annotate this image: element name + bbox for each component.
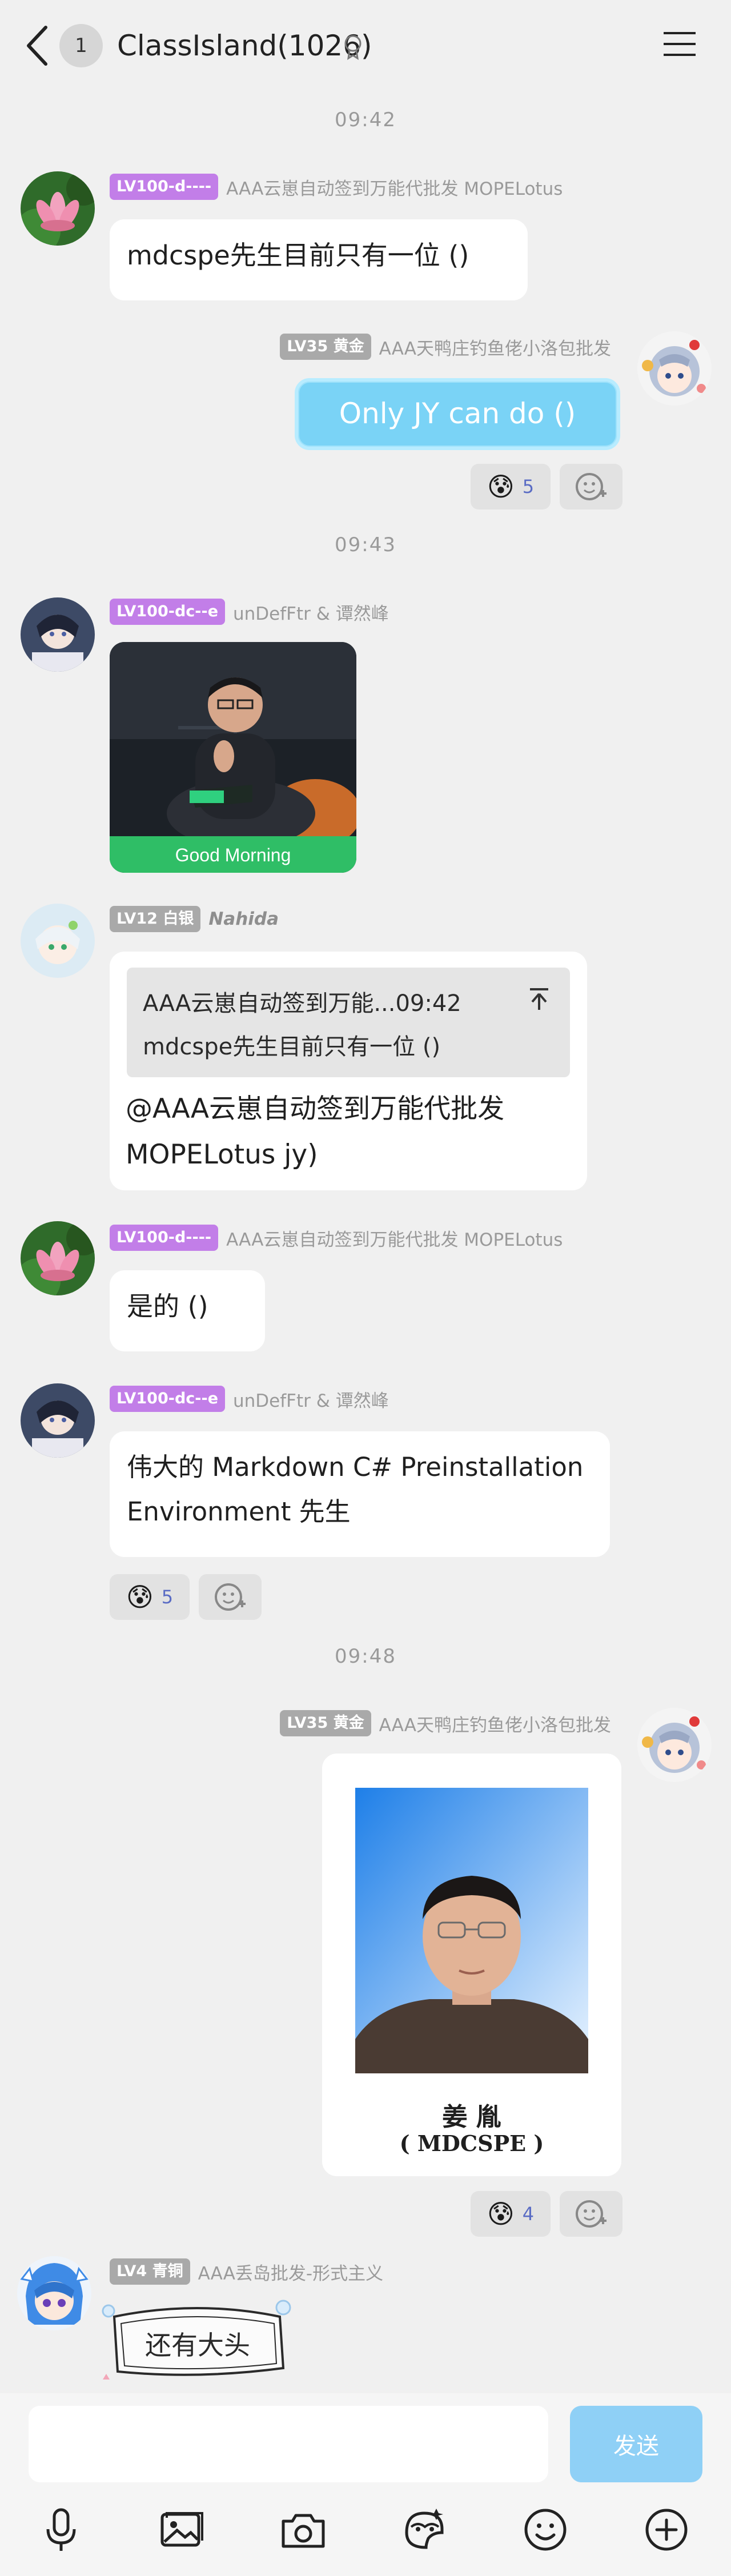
image-message[interactable]: Good Morning <box>110 642 356 873</box>
sender-name[interactable]: AAA天鸭庄钓鱼佬小洛包批发 <box>379 334 611 360</box>
level-badge: LV12 白银 <box>110 906 201 932</box>
sender-meta: LV35 黄金 AAA天鸭庄钓鱼佬小洛包批发 <box>240 334 611 360</box>
avatar-blue-hair-anime[interactable] <box>17 2256 91 2330</box>
sender-meta: LV4 青铜 AAA丢岛批发-形式主义 <box>110 2258 383 2285</box>
plus-icon[interactable] <box>641 2504 692 2555</box>
avatar-nahida[interactable] <box>21 904 95 978</box>
message-text-line: @AAA云崽自动签到万能代批发 <box>126 1093 505 1125</box>
add-reaction-icon[interactable] <box>560 2191 622 2237</box>
level-badge: LV4 青铜 <box>110 2258 190 2285</box>
level-badge: LV100-d---- <box>110 1225 219 1251</box>
jump-to-original-icon[interactable] <box>528 986 551 1011</box>
menu-icon[interactable] <box>662 30 697 58</box>
message-bubble[interactable]: 伟大的 Markdown C# Preinstallation Environm… <box>110 1431 610 1557</box>
sender-meta: LV100-dc--e unDefFtr & 谭然峰 <box>110 599 389 625</box>
reaction-chip[interactable]: 😰 5 <box>110 1574 190 1620</box>
avatar-dark-anime[interactable] <box>21 597 95 672</box>
avatar-anime-girl[interactable] <box>637 1708 712 1782</box>
level-badge: LV100-dc--e <box>110 1386 226 1412</box>
sticker-message[interactable]: 还有大头 <box>91 2294 303 2391</box>
image-caption: Good Morning <box>175 845 291 865</box>
message-text: @AAA云崽自动签到万能代批发 MOPELotus jy) <box>126 1086 504 1178</box>
composer: 发送 <box>0 2393 731 2576</box>
image-icon[interactable] <box>156 2504 208 2555</box>
reaction-count: 5 <box>161 1586 174 1608</box>
add-reaction-icon[interactable] <box>560 464 622 509</box>
fearful-emoji-icon: 😰 <box>126 1582 154 1612</box>
fearful-emoji-icon: 😰 <box>487 2198 515 2229</box>
id-photo <box>355 1788 588 2073</box>
sender-meta: LV100-dc--e unDefFtr & 谭然峰 <box>110 1386 389 1412</box>
avatar-anime-girl[interactable] <box>637 331 712 406</box>
level-badge: LV100-dc--e <box>110 599 226 625</box>
back-icon[interactable] <box>23 23 51 69</box>
microphone-icon[interactable] <box>35 2504 87 2555</box>
message-text-line: 伟大的 Markdown C# Preinstallation <box>127 1452 584 1482</box>
unread-count-badge: 1 <box>59 24 103 67</box>
sender-meta: LV100-d---- AAA云崽自动签到万能代批发 MOPELotus <box>110 1225 563 1251</box>
chat-title[interactable]: ClassIsland(1026) <box>117 26 372 65</box>
sender-meta: LV100-d---- AAA云崽自动签到万能代批发 MOPELotus <box>110 174 563 200</box>
image-message[interactable]: 姜 胤 ( MDCSPE ) <box>322 1754 621 2176</box>
fearful-emoji-icon: 😰 <box>487 471 515 502</box>
send-button[interactable]: 发送 <box>570 2406 702 2482</box>
id-card-subtitle: ( MDCSPE ) <box>399 2130 544 2156</box>
sender-name[interactable]: unDefFtr & 谭然峰 <box>233 1386 389 1412</box>
top-bar: 1 ClassIsland(1026) <box>0 0 731 91</box>
reaction-count: 5 <box>522 476 535 497</box>
timestamp: 09:48 <box>335 1645 396 1668</box>
sticker-text: 还有大头 <box>145 2330 250 2361</box>
message-bubble[interactable]: 是的 () <box>110 1270 265 1351</box>
sender-name[interactable]: Nahida <box>208 909 279 929</box>
quote-header: AAA云崽自动签到万能...09:42 <box>143 990 461 1017</box>
sender-name[interactable]: AAA云崽自动签到万能代批发 MOPELotus <box>226 1225 563 1251</box>
level-badge: LV100-d---- <box>110 174 219 200</box>
reaction-chip[interactable]: 😰 5 <box>471 464 551 509</box>
sender-name[interactable]: unDefFtr & 谭然峰 <box>233 599 389 625</box>
level-badge: LV35 黄金 <box>280 334 371 360</box>
timestamp: 09:42 <box>335 109 396 131</box>
speech-sticker: 还有大头 <box>102 2300 291 2380</box>
message-text-line: MOPELotus jy) <box>126 1139 318 1170</box>
add-reaction-icon[interactable] <box>199 1574 262 1620</box>
message-text-line: Environment 先生 <box>127 1496 351 1527</box>
message-text: mdcspe先生目前只有一位 () <box>127 240 469 271</box>
message-text: 是的 () <box>127 1291 208 1322</box>
avatar-dark-anime[interactable] <box>21 1383 95 1458</box>
avatar-lotus[interactable] <box>21 171 95 246</box>
camera-icon[interactable] <box>278 2504 329 2555</box>
message-bubble[interactable]: mdcspe先生目前只有一位 () <box>110 219 528 300</box>
sticker-icon[interactable] <box>399 2504 450 2555</box>
avatar-lotus[interactable] <box>21 1221 95 1295</box>
sender-meta: LV35 黄金 AAA天鸭庄钓鱼佬小洛包批发 <box>240 1710 611 1736</box>
reaction-count: 4 <box>522 2203 535 2225</box>
id-card-name: 姜 胤 <box>442 2102 501 2132</box>
quote-text: mdcspe先生目前只有一位 () <box>143 1034 441 1060</box>
photo-man-sitting: Good Morning <box>110 642 356 873</box>
sender-name[interactable]: AAA天鸭庄钓鱼佬小洛包批发 <box>379 1711 611 1736</box>
timestamp: 09:43 <box>335 533 396 556</box>
message-bubble[interactable]: Only JY can do () <box>295 378 620 450</box>
message-text: Only JY can do () <box>339 397 576 430</box>
sender-meta: LV12 白银 Nahida <box>110 906 279 932</box>
emoji-icon[interactable] <box>520 2504 571 2555</box>
message-input[interactable] <box>29 2406 548 2482</box>
certification-icon[interactable] <box>343 33 363 61</box>
level-badge: LV35 黄金 <box>280 1710 371 1736</box>
reaction-chip[interactable]: 😰 4 <box>471 2191 551 2237</box>
sender-name[interactable]: AAA云崽自动签到万能代批发 MOPELotus <box>226 174 563 200</box>
sender-name[interactable]: AAA丢岛批发-形式主义 <box>198 2259 384 2285</box>
